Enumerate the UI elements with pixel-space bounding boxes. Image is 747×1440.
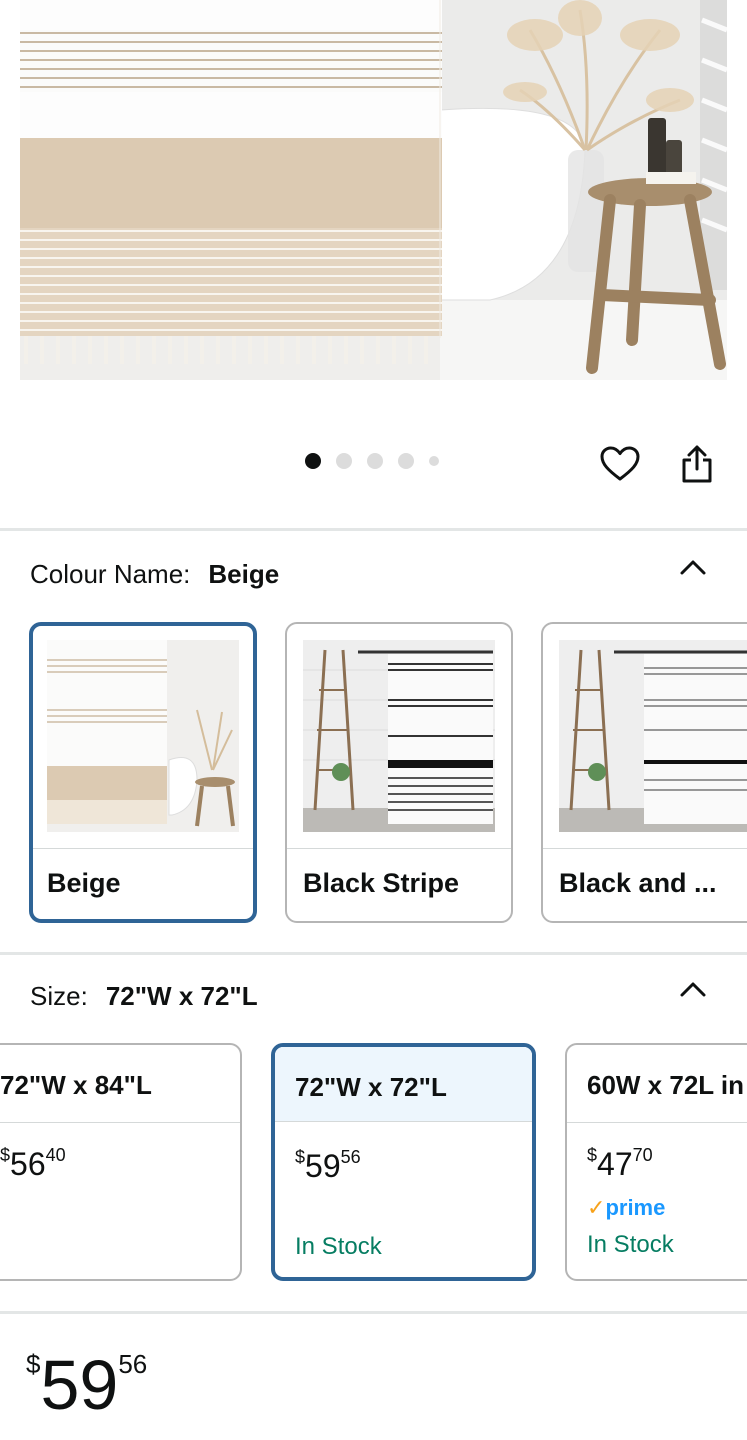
colour-option-beige[interactable]: Beige xyxy=(29,622,257,923)
colour-thumbnail-black-stripe xyxy=(303,640,495,832)
heart-icon xyxy=(600,446,640,481)
prime-badge: ✓prime xyxy=(587,1195,666,1220)
size-option-price: $5956 xyxy=(295,1147,361,1184)
section-divider xyxy=(0,528,747,531)
colour-option-label: Black and ... xyxy=(559,868,717,898)
product-image[interactable] xyxy=(20,0,727,380)
size-option-72w-84l[interactable]: 72"W x 84"L $5640 xyxy=(0,1043,242,1281)
card-divider xyxy=(287,848,511,849)
share-button[interactable] xyxy=(673,440,721,488)
prime-check-icon: ✓ xyxy=(587,1195,606,1220)
size-selected-value: 72"W x 72"L xyxy=(105,981,258,1011)
size-option-72w-72l[interactable]: 72"W x 72"L $5956 In Stock xyxy=(271,1043,536,1281)
size-option-label: 72"W x 72"L xyxy=(295,1072,447,1102)
size-option-price: $5640 xyxy=(0,1145,66,1182)
colour-option-black-stripe[interactable]: Black Stripe xyxy=(285,622,513,923)
colour-selected-value: Beige xyxy=(208,559,280,589)
size-option-label: 72"W x 84"L xyxy=(0,1070,152,1100)
wishlist-button[interactable] xyxy=(596,440,644,488)
size-label: Size: xyxy=(30,981,88,1011)
stock-status: In Stock xyxy=(587,1231,674,1258)
chevron-up-icon[interactable] xyxy=(676,555,710,577)
colour-thumbnail-beige xyxy=(47,640,239,832)
pager-dot-4[interactable] xyxy=(398,453,414,469)
size-header: Size: 72"W x 72"L xyxy=(30,981,258,1012)
colour-thumbnail-black-and xyxy=(559,640,747,832)
card-divider xyxy=(33,848,253,849)
colour-option-label: Beige xyxy=(47,868,121,898)
stock-status: In Stock xyxy=(295,1233,382,1260)
colour-option-label: Black Stripe xyxy=(303,868,460,898)
chevron-up-icon[interactable] xyxy=(676,977,710,999)
pager-dot-5[interactable] xyxy=(429,456,439,466)
pager-dot-1[interactable] xyxy=(305,453,321,469)
size-option-60w-72l[interactable]: 60W x 72L in $4770 ✓prime In Stock xyxy=(565,1043,747,1281)
colour-option-black-and[interactable]: Black and ... xyxy=(541,622,747,923)
size-option-price: $4770 xyxy=(587,1145,653,1182)
image-pager[interactable] xyxy=(305,453,439,469)
section-divider xyxy=(0,1311,747,1314)
size-option-label: 60W x 72L in xyxy=(587,1070,745,1100)
pager-dot-3[interactable] xyxy=(367,453,383,469)
section-divider xyxy=(0,952,747,955)
colour-label: Colour Name: xyxy=(30,559,191,589)
colour-header: Colour Name: Beige xyxy=(30,559,279,590)
share-icon xyxy=(682,445,712,483)
pager-dot-2[interactable] xyxy=(336,453,352,469)
card-divider xyxy=(543,848,747,849)
product-price: $5956 xyxy=(26,1346,148,1424)
